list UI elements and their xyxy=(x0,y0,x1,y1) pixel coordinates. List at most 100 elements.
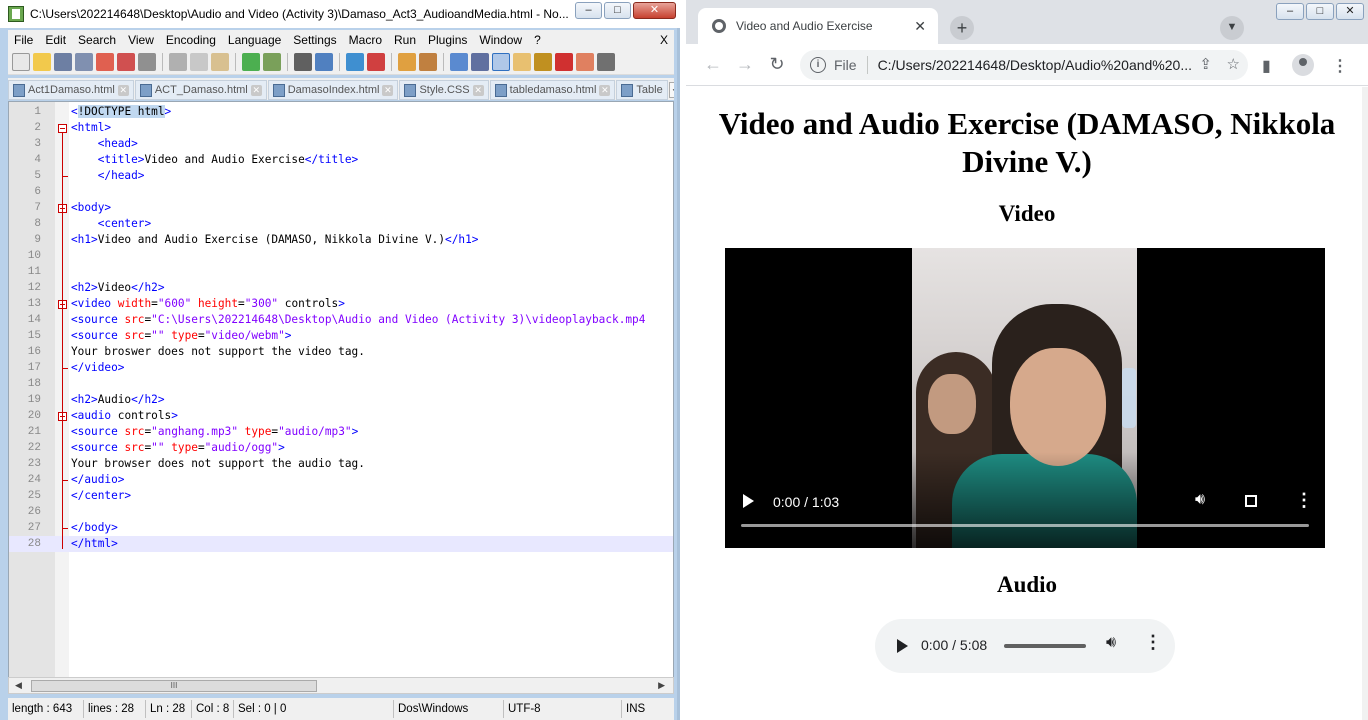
code-line[interactable]: 27 </body> xyxy=(9,520,673,536)
code-line[interactable]: 25 </center> xyxy=(9,488,673,504)
find-icon[interactable] xyxy=(294,52,312,71)
tab-close-icon[interactable]: ✕ xyxy=(117,84,129,96)
reload-icon[interactable]: ↻ xyxy=(766,54,788,75)
code-line[interactable]: 10 xyxy=(9,248,673,264)
back-arrow-icon[interactable]: ← xyxy=(702,54,724,75)
open-file-icon[interactable] xyxy=(33,52,51,71)
play-icon[interactable] xyxy=(897,639,908,653)
code-line[interactable]: 15 <source src="" type="video/webm"> xyxy=(9,328,673,344)
page-scrollbar[interactable] xyxy=(1362,87,1368,720)
code-line[interactable]: 3 <head> xyxy=(9,136,673,152)
folder-workspace-icon[interactable] xyxy=(576,52,594,71)
menu-view[interactable]: View xyxy=(122,33,160,47)
code-line[interactable]: 22 <source src="" type="audio/ogg"> xyxy=(9,440,673,456)
function-list-icon[interactable] xyxy=(534,52,552,71)
menu-search[interactable]: Search xyxy=(72,33,122,47)
menu-language[interactable]: Language xyxy=(222,33,287,47)
tab-search-chevron-icon[interactable]: ▼ xyxy=(1220,16,1244,40)
new-tab-button[interactable]: + xyxy=(950,16,974,40)
word-wrap-icon[interactable] xyxy=(450,52,468,71)
url-text[interactable]: C:/Users/202214648/Desktop/Audio%20and%2… xyxy=(878,57,1194,73)
code-line[interactable]: 19 <h2>Audio</h2> xyxy=(9,392,673,408)
code-line[interactable]: 18 xyxy=(9,376,673,392)
tab-table[interactable]: Table xyxy=(616,80,668,100)
replace-icon[interactable] xyxy=(315,52,333,71)
menu-run[interactable]: Run xyxy=(388,33,422,47)
copy-icon[interactable] xyxy=(190,52,208,71)
audio-progress-track[interactable] xyxy=(1004,644,1086,648)
print-icon[interactable] xyxy=(138,52,156,71)
video-player[interactable]: 0:00 / 1:03 🔊︎ ⋮ xyxy=(725,248,1325,548)
tab-scroll-left-icon[interactable]: ◀ xyxy=(668,82,674,98)
code-line[interactable]: 21 <source src="anghang.mp3" type="audio/… xyxy=(9,424,673,440)
tab-style-css[interactable]: Style.CSS ✕ xyxy=(399,80,489,100)
tab-close-icon[interactable]: ✕ xyxy=(914,18,926,35)
menu-edit[interactable]: Edit xyxy=(39,33,72,47)
code-line[interactable]: 14 <source src="C:\Users\202214648\Deskto… xyxy=(9,312,673,328)
menu-window[interactable]: Window xyxy=(473,33,528,47)
show-all-chars-icon[interactable] xyxy=(471,52,489,71)
save-all-icon[interactable] xyxy=(75,52,93,71)
code-line[interactable]: 16 Your broswer does not support the vide… xyxy=(9,344,673,360)
browser-tab[interactable]: Video and Audio Exercise ✕ xyxy=(698,8,938,44)
code-line[interactable]: 17 </video> xyxy=(9,360,673,376)
close-all-icon[interactable] xyxy=(117,52,135,71)
kebab-menu-icon[interactable]: ⋮ xyxy=(1332,56,1348,76)
code-line[interactable]: 4 <title>Video and Audio Exercise</title… xyxy=(9,152,673,168)
code-line[interactable]: 2 <html> xyxy=(9,120,673,136)
sync-vertical-icon[interactable] xyxy=(398,52,416,71)
forward-arrow-icon[interactable]: → xyxy=(734,54,756,75)
minimize-button[interactable]: – xyxy=(1276,3,1304,20)
menu-help[interactable]: ? xyxy=(528,33,547,47)
code-line[interactable]: 6 xyxy=(9,184,673,200)
code-line[interactable]: 20 <audio controls> xyxy=(9,408,673,424)
close-button[interactable]: ✕ xyxy=(1336,3,1364,20)
code-line[interactable]: 28 </html> xyxy=(9,536,673,552)
fullscreen-icon[interactable] xyxy=(1245,495,1257,507)
code-line[interactable]: 24 </audio> xyxy=(9,472,673,488)
share-icon[interactable]: ⇪ xyxy=(1199,55,1212,73)
save-icon[interactable] xyxy=(54,52,72,71)
maximize-button[interactable]: □ xyxy=(604,2,631,19)
tab-close-icon[interactable]: ✕ xyxy=(382,84,394,96)
menu-plugins[interactable]: Plugins xyxy=(422,33,473,47)
code-line[interactable]: 9 <h1>Video and Audio Exercise (DAMASO, N… xyxy=(9,232,673,248)
tab-close-icon[interactable]: ✕ xyxy=(599,84,611,96)
monitoring-eye-icon[interactable] xyxy=(597,52,615,71)
more-options-icon[interactable]: ⋮ xyxy=(1144,632,1162,653)
code-line[interactable]: 1 <!DOCTYPE html> xyxy=(9,104,673,120)
audio-player[interactable]: 0:00 / 5:08 🔊︎ ⋮ xyxy=(875,619,1175,673)
document-map-icon[interactable] xyxy=(513,52,531,71)
menu-settings[interactable]: Settings xyxy=(287,33,342,47)
paste-icon[interactable] xyxy=(211,52,229,71)
menu-macro[interactable]: Macro xyxy=(343,33,388,47)
volume-icon[interactable]: 🔊︎ xyxy=(1195,491,1205,509)
cut-icon[interactable] xyxy=(169,52,187,71)
tab-tabledamaso[interactable]: tabledamaso.html ✕ xyxy=(489,80,616,100)
indent-guide-icon[interactable] xyxy=(492,52,510,71)
record-macro-icon[interactable] xyxy=(555,52,573,71)
code-line[interactable]: 13 <video width="600" height="300" contro… xyxy=(9,296,673,312)
code-line[interactable]: 8 <center> xyxy=(9,216,673,232)
bookmark-star-icon[interactable]: ☆ xyxy=(1227,55,1240,73)
profile-avatar[interactable] xyxy=(1292,54,1314,76)
code-line[interactable]: 11 xyxy=(9,264,673,280)
close-document-icon[interactable]: X xyxy=(660,33,674,47)
video-progress-track[interactable] xyxy=(741,524,1309,527)
menu-encoding[interactable]: Encoding xyxy=(160,33,222,47)
horizontal-scrollbar[interactable]: ◀ III ▶ xyxy=(8,677,674,694)
minimize-button[interactable]: – xyxy=(575,2,602,19)
scroll-thumb[interactable]: III xyxy=(31,680,317,692)
maximize-button[interactable]: □ xyxy=(1306,3,1334,20)
tab-act-damaso[interactable]: ACT_Damaso.html ✕ xyxy=(134,80,267,100)
more-options-icon[interactable]: ⋮ xyxy=(1295,490,1313,511)
tab-close-icon[interactable]: ✕ xyxy=(472,84,484,96)
code-line[interactable]: 26 xyxy=(9,504,673,520)
address-bar[interactable]: i File C:/Users/202214648/Desktop/Audio%… xyxy=(800,50,1248,80)
code-line[interactable]: 7 <body> xyxy=(9,200,673,216)
close-file-icon[interactable] xyxy=(96,52,114,71)
redo-icon[interactable] xyxy=(263,52,281,71)
scroll-left-icon[interactable]: ◀ xyxy=(15,680,22,691)
code-line[interactable]: 5 </head> xyxy=(9,168,673,184)
code-line[interactable]: 23 Your browser does not support the audi… xyxy=(9,456,673,472)
